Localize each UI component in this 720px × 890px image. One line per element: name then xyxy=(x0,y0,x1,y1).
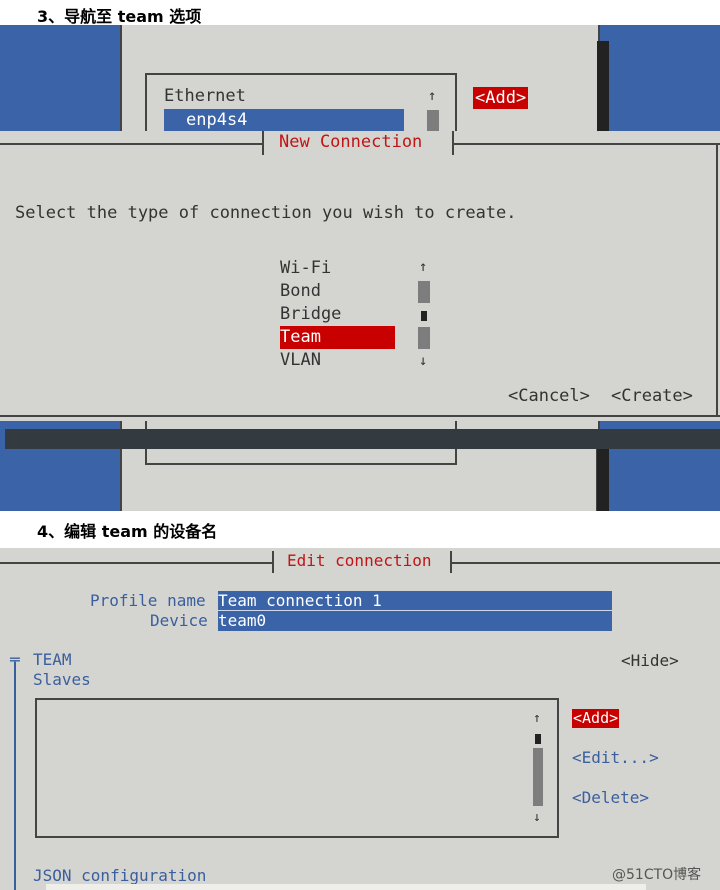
section-3-heading: 3、导航至 team 选项 xyxy=(37,7,202,26)
team-section-tree-line xyxy=(14,662,16,890)
edit-top-border-left xyxy=(0,562,272,564)
slaves-list-box[interactable] xyxy=(35,698,559,838)
profile-name-input[interactable]: Team connection 1 xyxy=(218,591,612,611)
options-scrollbar-segment-2[interactable] xyxy=(421,311,427,321)
title-bracket-right xyxy=(452,131,454,155)
create-button[interactable]: <Create> xyxy=(611,386,693,406)
slaves-label: Slaves xyxy=(33,670,91,689)
dialog-prompt: Select the type of connection you wish t… xyxy=(15,203,517,223)
window-shadow-lower xyxy=(597,449,609,511)
new-connection-dialog: New Connection Select the type of connec… xyxy=(0,131,720,421)
slaves-scroll-up-icon[interactable]: ↑ xyxy=(533,711,541,726)
team-section-label: TEAM xyxy=(33,650,72,669)
dialog-title: New Connection xyxy=(279,132,423,152)
watermark: @51CTO博客 xyxy=(612,867,702,883)
slaves-add-button[interactable]: <Add> xyxy=(572,709,620,728)
connection-type-option-bond[interactable]: Bond xyxy=(280,280,321,303)
dialog-bottom-border xyxy=(0,415,720,417)
options-scroll-down-icon[interactable]: ↓ xyxy=(419,353,427,369)
connection-type-option-team[interactable]: Team xyxy=(280,326,395,349)
hide-button[interactable]: <Hide> xyxy=(621,651,679,670)
list-scrollbar-thumb[interactable] xyxy=(427,110,439,132)
connection-type-option-wifi[interactable]: Wi-Fi xyxy=(280,257,331,280)
slaves-scrollbar-marker[interactable] xyxy=(535,734,541,744)
connection-type-option-bridge[interactable]: Bridge xyxy=(280,303,341,326)
dialog-shadow-bar xyxy=(5,429,720,449)
options-scrollbar-segment-1[interactable] xyxy=(418,281,430,303)
background-window-left-edge xyxy=(120,449,122,511)
dialog-top-border-left xyxy=(0,143,262,145)
connection-type-option-vlan[interactable]: VLAN xyxy=(280,349,321,372)
add-button[interactable]: <Add> xyxy=(473,87,529,109)
options-scrollbar-thumb[interactable] xyxy=(418,327,430,349)
ethernet-header: Ethernet xyxy=(164,86,246,106)
options-scroll-up-icon[interactable]: ↑ xyxy=(419,259,427,275)
slaves-delete-button[interactable]: <Delete> xyxy=(572,788,649,807)
window-shadow xyxy=(597,41,609,131)
device-label: Device xyxy=(150,611,208,630)
edit-title-bracket-left xyxy=(272,551,274,573)
scroll-up-arrow-icon[interactable]: ↑ xyxy=(428,88,436,104)
enp4s4-list-item[interactable]: enp4s4 xyxy=(164,109,404,131)
cancel-button[interactable]: <Cancel> xyxy=(508,386,590,406)
json-configuration-field[interactable] xyxy=(46,884,646,890)
dialog-right-border xyxy=(716,143,718,417)
section-4-heading: 4、编辑 team 的设备名 xyxy=(37,522,218,541)
dialog-top-border-right xyxy=(454,143,720,145)
background-list-box-lower xyxy=(145,449,457,465)
edit-connection-title: Edit connection xyxy=(287,551,432,570)
slaves-scroll-down-icon[interactable]: ↓ xyxy=(533,810,541,825)
json-configuration-label: JSON configuration xyxy=(33,866,207,885)
title-bracket-left xyxy=(262,131,264,155)
nmtui-new-connection-screen: Ethernet enp4s4 ↑ <Add> New Connection S… xyxy=(0,25,720,511)
device-input[interactable]: team0 xyxy=(218,611,612,631)
nmtui-edit-connection-screen: Edit connection Profile name Team connec… xyxy=(0,548,720,890)
slaves-edit-button[interactable]: <Edit...> xyxy=(572,748,659,767)
profile-name-label: Profile name xyxy=(90,591,206,610)
edit-top-border-right xyxy=(452,562,720,564)
edit-title-bracket-right xyxy=(450,551,452,573)
slaves-scrollbar-thumb[interactable] xyxy=(533,748,543,806)
